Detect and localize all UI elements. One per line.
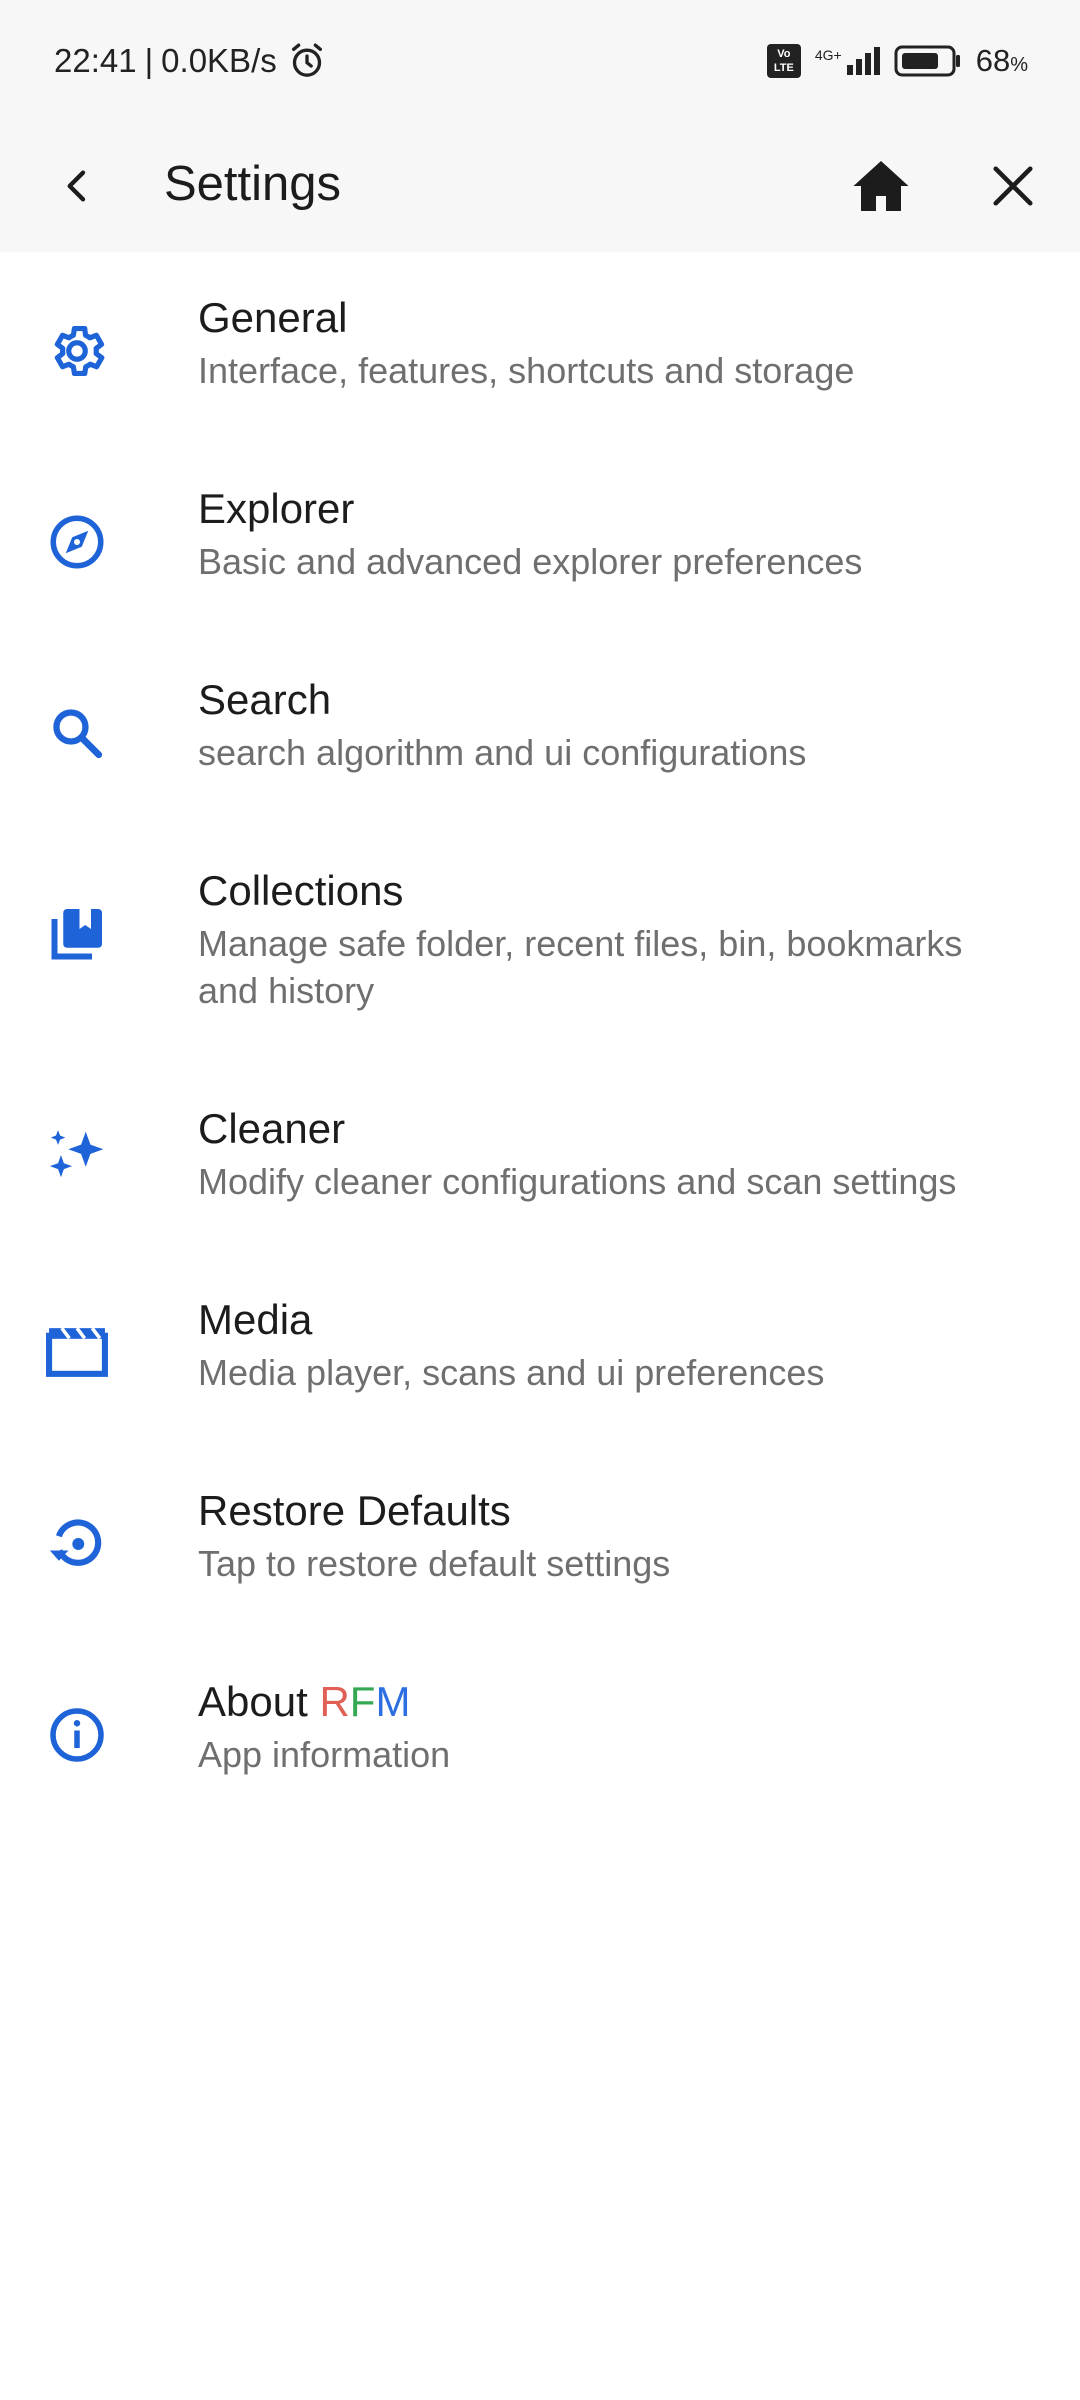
settings-item-title: Collections: [198, 867, 404, 914]
settings-item-subtitle: Media player, scans and ui preferences: [198, 1352, 825, 1393]
settings-item-subtitle: Basic and advanced explorer preferences: [198, 541, 863, 582]
settings-item-title: About RFM: [198, 1678, 410, 1726]
settings-item-subtitle: Modify cleaner configurations and scan s…: [198, 1161, 957, 1202]
settings-item-title: Cleaner: [198, 1105, 346, 1152]
volte-bottom: LTE: [773, 62, 794, 74]
settings-item-subtitle: search algorithm and ui configurations: [198, 732, 807, 773]
status-speed: 0.0KB/s: [161, 42, 277, 79]
search-icon: [40, 696, 114, 770]
settings-item-title: General: [198, 294, 348, 341]
settings-item-title: Media: [198, 1296, 313, 1343]
back-arrow-icon: [67, 170, 86, 202]
about-prefix: About: [198, 1678, 320, 1725]
settings-item-title: Search: [198, 676, 332, 723]
app-bar: Settings: [0, 120, 1080, 252]
settings-item-subtitle: Interface, features, shortcuts and stora…: [198, 350, 855, 391]
clapperboard-icon: [40, 1314, 114, 1388]
home-button[interactable]: [846, 142, 916, 230]
volte-top: Vo: [777, 48, 791, 60]
close-button[interactable]: [978, 142, 1048, 230]
alarm-icon: [291, 43, 322, 77]
brand-letter-m: M: [375, 1678, 411, 1725]
settings-item-title: Explorer: [198, 485, 355, 532]
top-bar: 22:41 | 0.0KB/s Vo LTE 4G+ 68% Settings: [0, 0, 1080, 252]
battery-icon: [894, 45, 960, 77]
back-button[interactable]: [48, 142, 108, 230]
collections-icon: [40, 897, 114, 971]
sparkle-icon: [40, 1121, 114, 1195]
settings-item-restore-defaults[interactable]: Restore Defaults Tap to restore default …: [0, 1487, 1080, 1637]
brand-letter-f: F: [349, 1678, 376, 1725]
settings-item-collections[interactable]: Collections Manage safe folder, recent f…: [0, 867, 1080, 1057]
close-icon: [993, 166, 1033, 206]
signal-icon: 4G+: [815, 47, 880, 75]
status-time: 22:41: [54, 42, 137, 79]
status-bar: 22:41 | 0.0KB/s Vo LTE 4G+ 68%: [0, 0, 1080, 120]
volte-icon: Vo LTE: [766, 44, 801, 78]
network-type: 4G+: [814, 47, 842, 63]
settings-item-subtitle: Tap to restore default settings: [198, 1543, 671, 1584]
settings-item-general[interactable]: General Interface, features, shortcuts a…: [0, 294, 1080, 444]
battery-percent: 68%: [975, 43, 1028, 78]
home-icon: [853, 161, 909, 211]
settings-item-explorer[interactable]: Explorer Basic and advanced explorer pre…: [0, 485, 1080, 635]
compass-icon: [40, 505, 114, 579]
settings-item-title: Restore Defaults: [198, 1487, 511, 1534]
gear-icon: [40, 314, 114, 388]
brand-letter-r: R: [319, 1678, 350, 1725]
settings-item-cleaner[interactable]: Cleaner Modify cleaner configurations an…: [0, 1105, 1080, 1255]
restore-icon: [40, 1507, 114, 1581]
settings-item-about[interactable]: About RFM App information: [0, 1678, 1080, 1828]
settings-item-search[interactable]: Search search algorithm and ui configura…: [0, 676, 1080, 826]
settings-item-subtitle: Manage safe folder, recent files, bin, b…: [198, 923, 963, 1011]
status-left: 22:41 | 0.0KB/s: [54, 38, 327, 84]
info-icon: [40, 1698, 114, 1772]
settings-item-media[interactable]: Media Media player, scans and ui prefere…: [0, 1296, 1080, 1446]
page-title: Settings: [164, 157, 342, 211]
status-separator: |: [144, 42, 154, 79]
status-right: Vo LTE 4G+ 68%: [766, 38, 1028, 84]
settings-item-subtitle: App information: [198, 1734, 451, 1775]
